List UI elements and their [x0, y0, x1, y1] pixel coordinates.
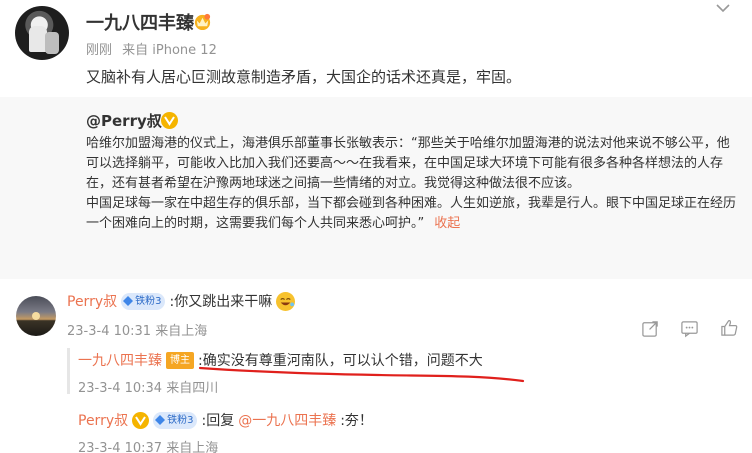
share-icon[interactable]: [641, 319, 660, 338]
diamond-icon: [123, 296, 134, 306]
author-avatar[interactable]: [15, 6, 69, 60]
commenter-avatar[interactable]: [16, 296, 56, 336]
mention-link[interactable]: @一九八四丰臻: [238, 410, 336, 430]
verified-v-icon: [132, 411, 150, 429]
replier-name[interactable]: Perry叔: [78, 410, 128, 430]
reply-text-prefix: :回复: [201, 413, 235, 429]
reply-thread-bar: [67, 348, 70, 394]
comment-icon[interactable]: [680, 319, 699, 338]
diamond-icon: [155, 415, 166, 425]
fan-badge: 铁粉3: [153, 411, 198, 429]
avatar-figure-secondary: [45, 32, 59, 54]
quote-paragraph-text: 中国足球每一家在中超生存的俱乐部，当下都会碰到各种困难。人生如逆旅，我辈是行人。…: [86, 196, 737, 231]
fan-badge-label: 铁粉3: [167, 414, 194, 426]
reply-text-suffix: :夯！: [340, 413, 373, 429]
chevron-down-icon[interactable]: [713, 2, 733, 16]
comment-text: :你又跳出来干嘛: [169, 294, 273, 310]
reply-meta: 23-3-4 10:34 来自四川: [78, 381, 219, 396]
replier-name[interactable]: 一九八四丰臻: [78, 350, 162, 370]
post-meta: 刚刚 来自 iPhone 12: [86, 39, 217, 58]
post-text: 又脑补有人居心叵测故意制造矛盾，大国企的话术还真是，牢固。: [86, 68, 522, 86]
quote-author[interactable]: @Perry叔: [86, 110, 162, 131]
commenter-name[interactable]: Perry叔: [67, 291, 117, 311]
fan-badge-label: 铁粉3: [135, 295, 162, 307]
crown-badge-icon: [194, 13, 211, 31]
author-name[interactable]: 一九八四丰臻: [86, 9, 194, 35]
quote-paragraph: 中国足球每一家在中超生存的俱乐部，当下都会碰到各种困难。人生如逆旅，我辈是行人。…: [86, 194, 736, 234]
comment-row: Perry叔 铁粉3 :你又跳出来干嘛: [67, 291, 296, 311]
fan-badge: 铁粉3: [121, 292, 166, 310]
collapse-link[interactable]: 收起: [434, 216, 460, 231]
quote-paragraph: 哈维尔加盟海港的仪式上，海港俱乐部董事长张敏表示：“那些关于哈维尔加盟海港的说法…: [86, 136, 730, 191]
comment-meta: 23-3-4 10:31 来自上海: [67, 324, 208, 339]
reply-meta: 23-3-4 10:37 来自上海: [78, 441, 219, 453]
quote-text: 哈维尔加盟海港的仪式上，海港俱乐部董事长张敏表示：“那些关于哈维尔加盟海港的说法…: [86, 134, 736, 234]
laughing-emoji-icon: [276, 291, 296, 311]
post-time: 刚刚: [86, 43, 113, 58]
like-icon[interactable]: [720, 318, 739, 337]
blogger-badge: 博主: [166, 351, 194, 369]
post-source: 来自 iPhone 12: [122, 43, 217, 58]
verified-v-icon: [161, 112, 178, 129]
avatar-sun: [32, 312, 40, 320]
red-annotation-underline: [198, 366, 525, 383]
reply-row: Perry叔 铁粉3 :回复 @一九八四丰臻 :夯！: [78, 410, 373, 430]
